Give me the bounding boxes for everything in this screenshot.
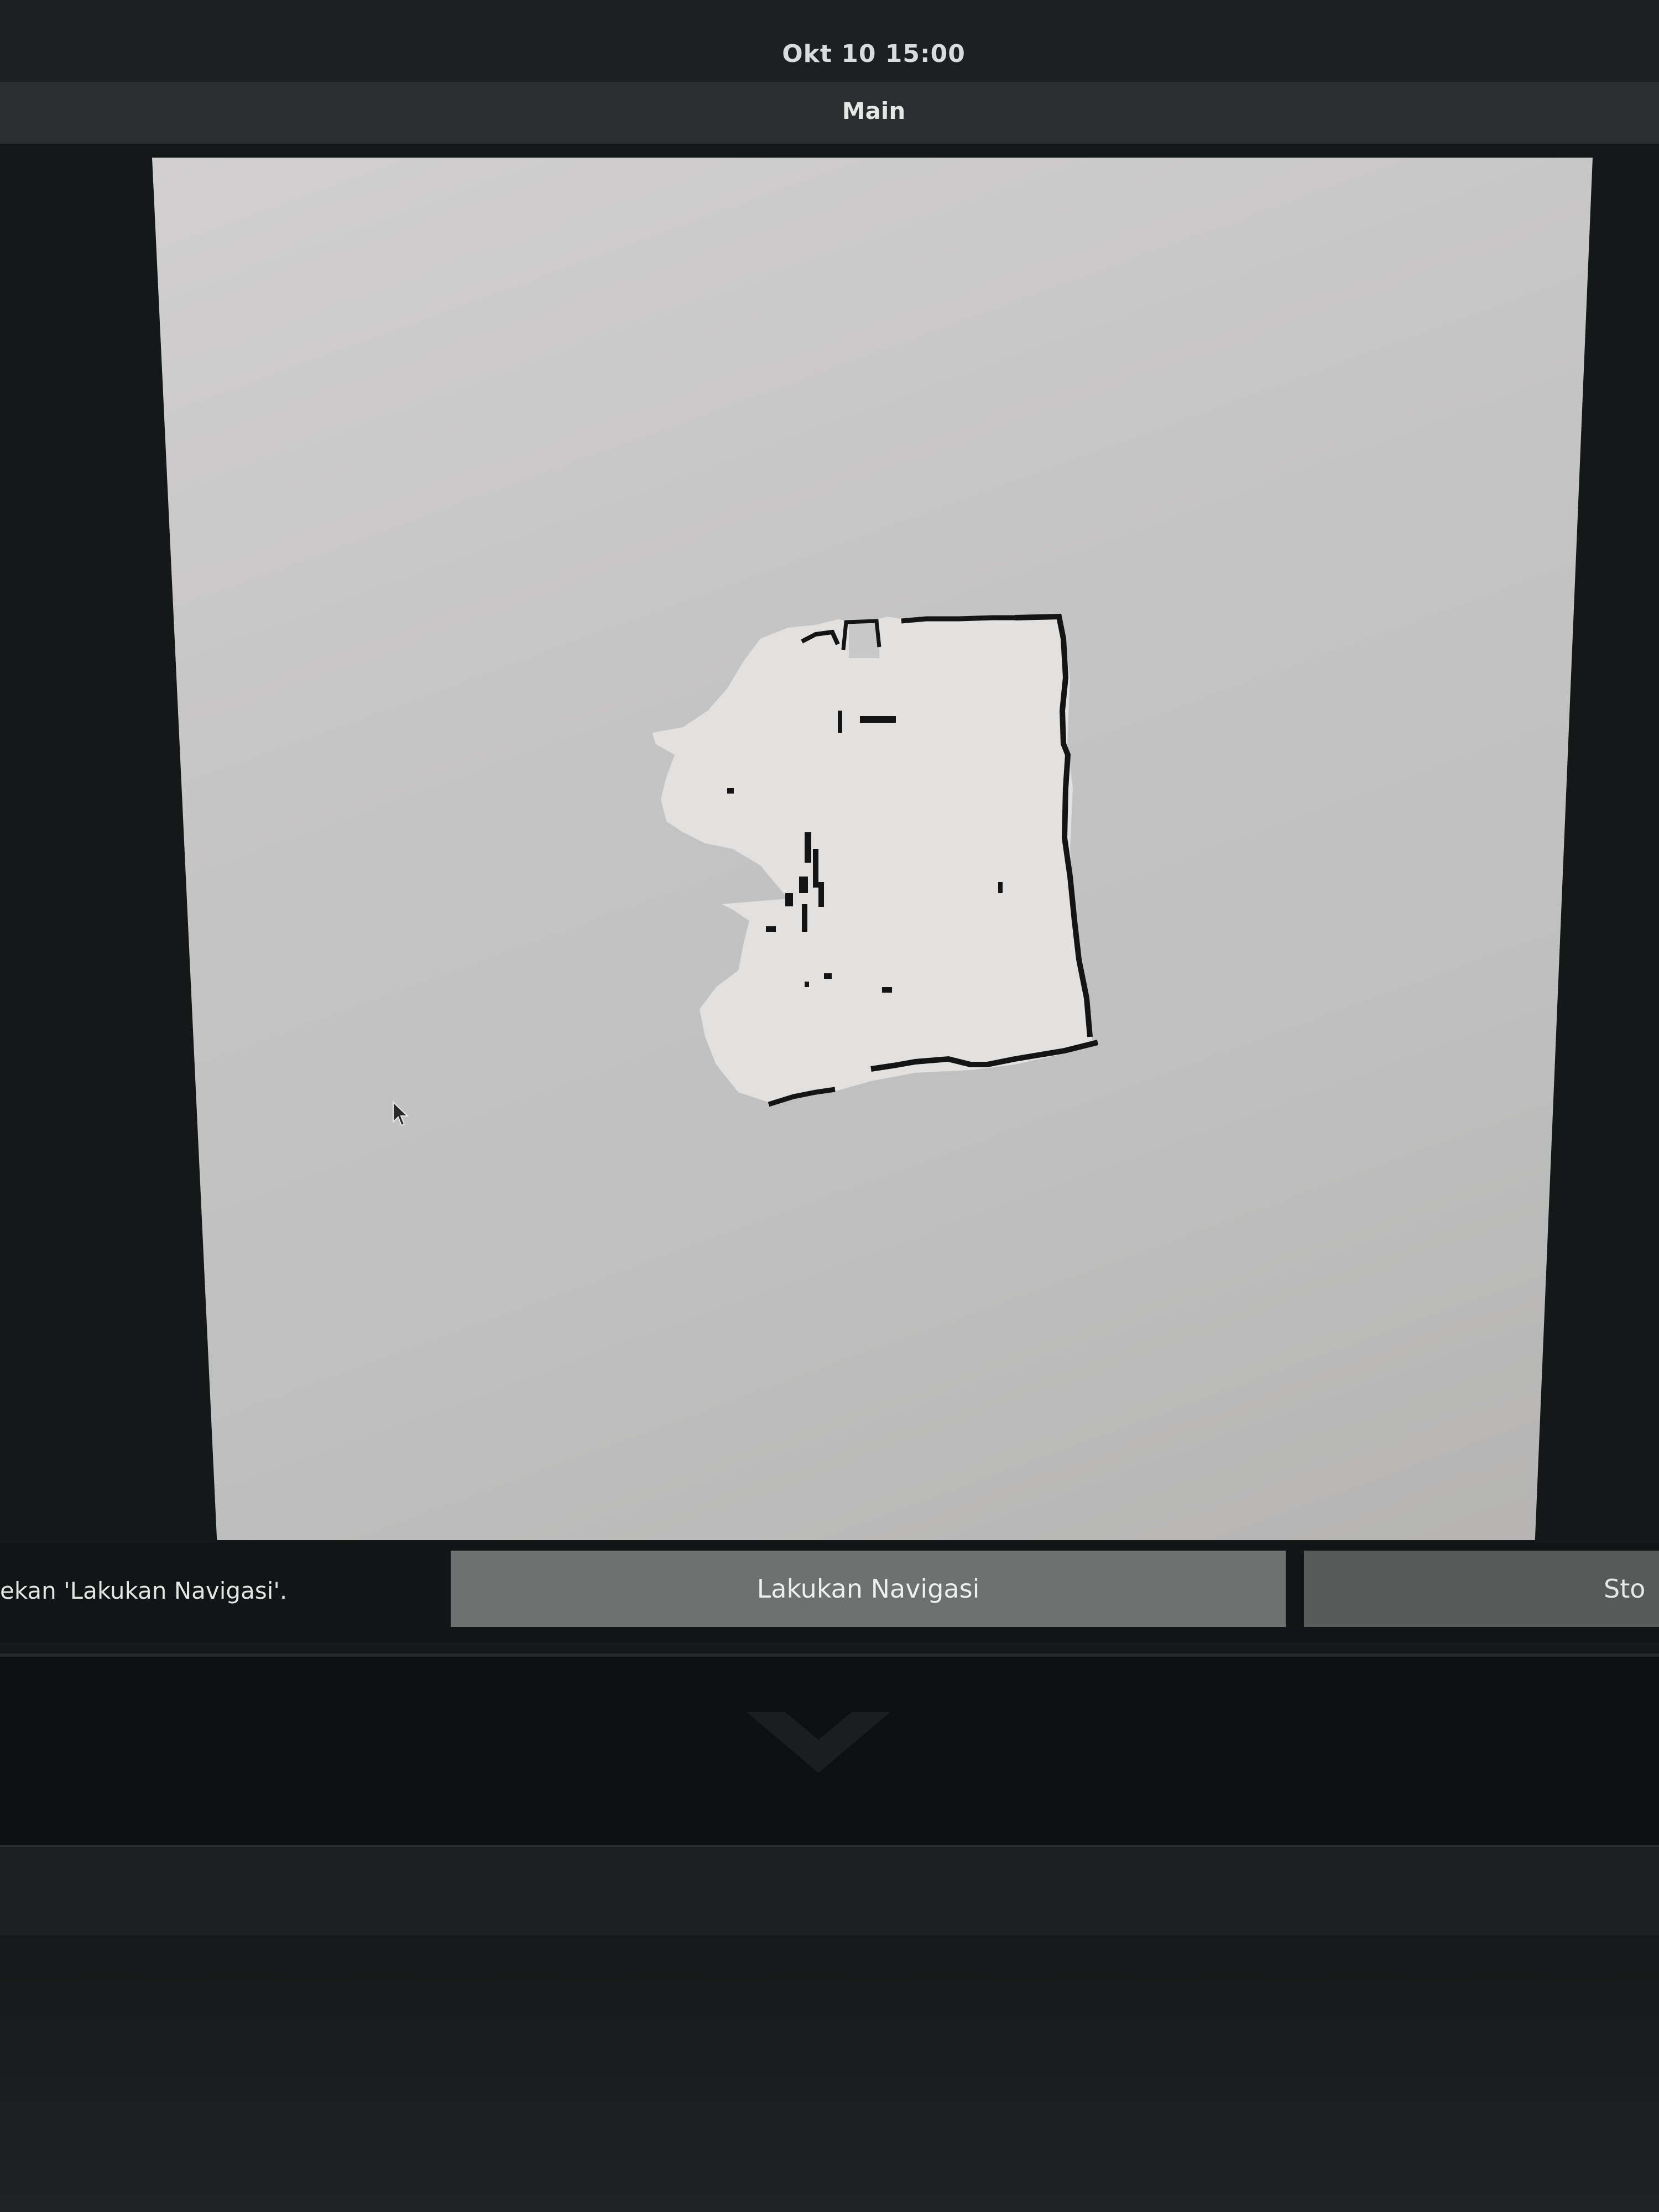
window-title-bar: Main <box>0 82 1659 144</box>
map-obstacle <box>727 788 734 794</box>
map-obstacle <box>818 882 824 907</box>
map-obstacle <box>805 832 811 863</box>
map-free-space <box>653 614 1092 1103</box>
map-obstacle <box>882 987 892 993</box>
stop-button-label: Sto <box>1604 1574 1646 1604</box>
screen: Okt 10 15:00 Main ekan 'Lakukan Navigasi… <box>0 0 1659 2212</box>
map-obstacle <box>802 904 807 932</box>
map-obstacle <box>860 716 896 723</box>
map-obstacle <box>824 973 832 979</box>
chevron-down-icon[interactable] <box>747 1707 890 1784</box>
window-title: Main <box>842 97 906 124</box>
map-obstacle <box>838 711 842 733</box>
status-message: ekan 'Lakukan Navigasi'. <box>0 1577 288 1604</box>
map-obstacle <box>805 982 809 987</box>
dock-area <box>0 1653 1659 1848</box>
map-obstacle <box>766 926 776 932</box>
action-bar: ekan 'Lakukan Navigasi'. Lakukan Navigas… <box>0 1543 1659 1642</box>
map-panel[interactable]: X <box>152 158 1593 1540</box>
map-obstacle <box>998 882 1003 893</box>
occupancy-map[interactable] <box>152 158 1593 1540</box>
screen-bezel <box>0 1847 1659 1936</box>
top-bar: Okt 10 15:00 <box>0 0 1659 82</box>
map-obstacle <box>785 893 793 906</box>
mouse-pointer-icon <box>393 1101 409 1126</box>
map-notch <box>849 619 879 658</box>
device-frame <box>0 1936 1659 2212</box>
map-obstacle <box>799 877 808 893</box>
stop-button[interactable]: Sto <box>1304 1551 1659 1627</box>
map-obstacle <box>813 849 818 888</box>
clock[interactable]: Okt 10 15:00 <box>0 40 1659 68</box>
navigate-button[interactable]: Lakukan Navigasi <box>451 1551 1286 1627</box>
